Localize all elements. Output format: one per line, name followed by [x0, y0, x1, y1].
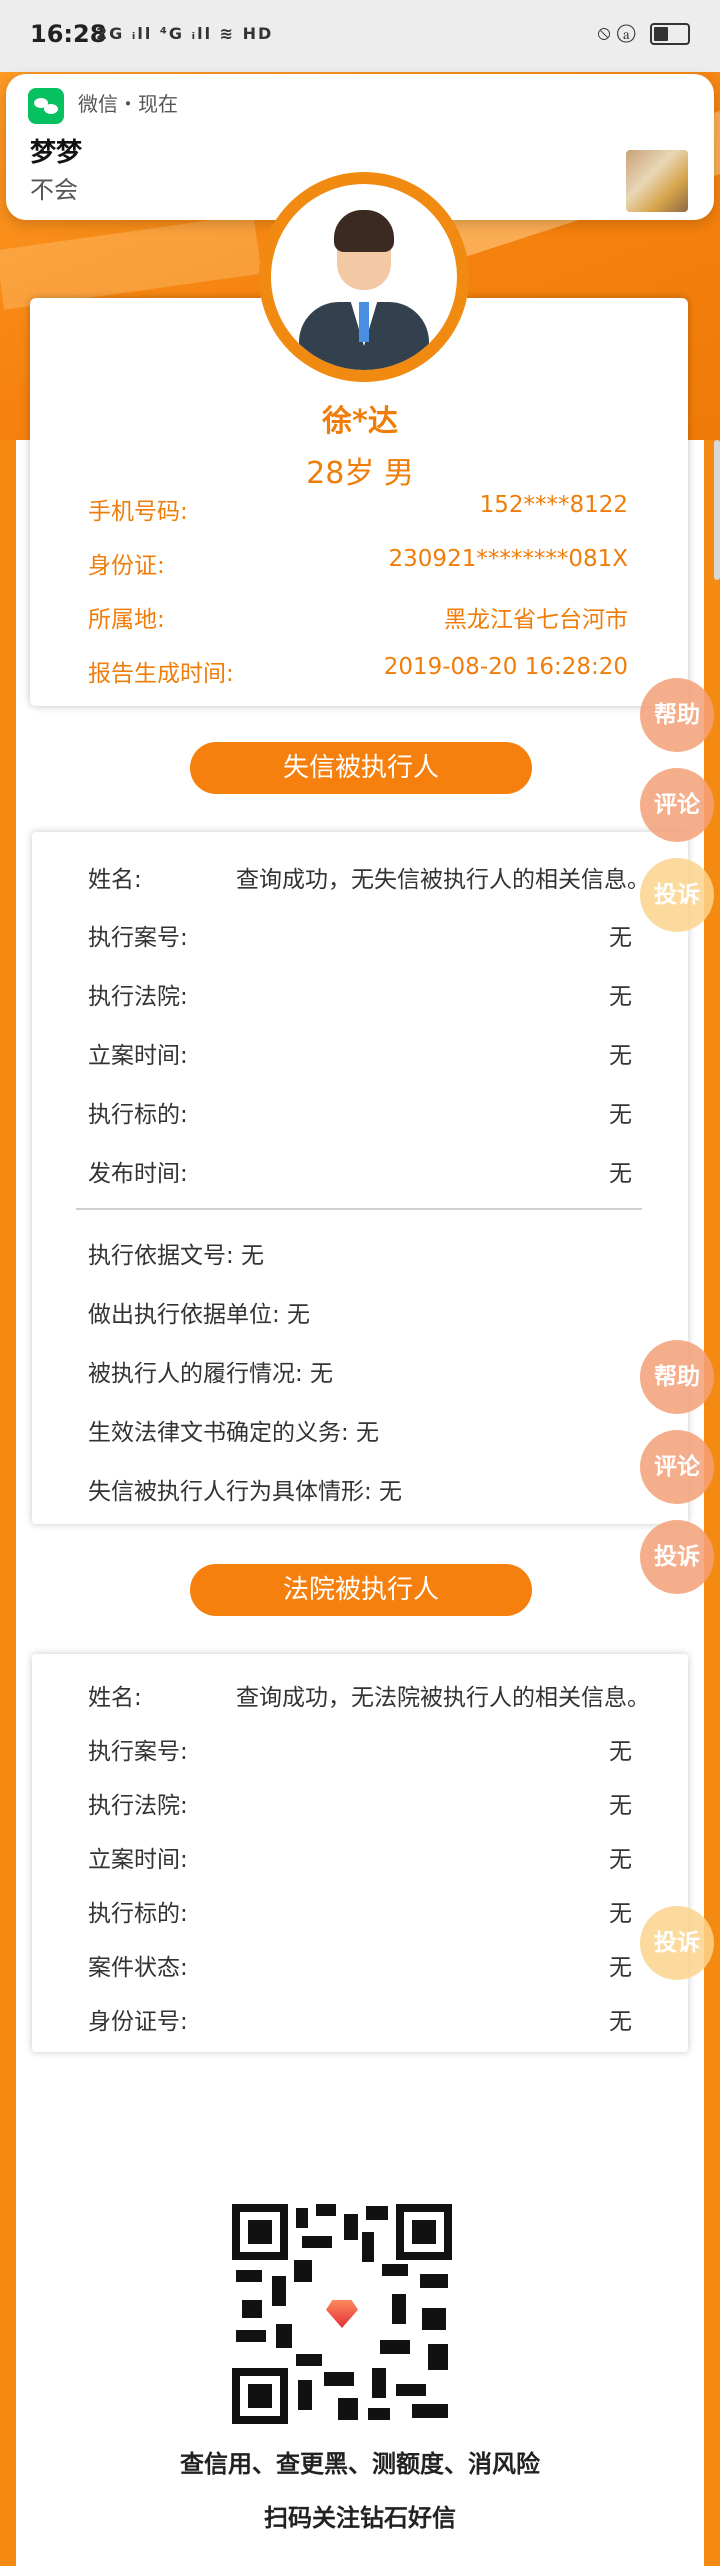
row-value: 黑龙江省七台河市	[444, 607, 628, 633]
s1-extra-row: 做出执行依据单位: 无	[88, 1302, 311, 1328]
s2-row: 案件状态: 无	[88, 1948, 632, 1982]
profile-row-report-time: 报告生成时间: 2019-08-20 16:28:20	[88, 654, 628, 688]
avatar	[259, 172, 469, 382]
notification-title: 梦梦	[30, 138, 83, 168]
s1-row: 执行法院: 无	[88, 977, 632, 1011]
profile-row-id: 身份证: 230921********081X	[88, 546, 628, 580]
s1-row: 立案时间: 无	[88, 1036, 632, 1070]
battery-icon	[650, 22, 690, 45]
s1-name-row: 姓名: 查询成功，无失信被执行人的相关信息。	[88, 860, 664, 894]
row-label: 执行案号:	[88, 1739, 188, 1765]
row-value: 无	[609, 1955, 632, 1981]
profile-row-location: 所属地: 黑龙江省七台河市	[88, 600, 628, 634]
row-label: 身份证:	[88, 553, 165, 579]
diamond-logo-icon	[318, 2290, 366, 2338]
row-value: 无	[609, 1901, 632, 1927]
help-button[interactable]: 帮助	[640, 1340, 714, 1414]
row-value: 无	[609, 984, 632, 1010]
row-value: 2019-08-20 16:28:20	[383, 654, 628, 680]
row-label: 报告生成时间:	[88, 661, 234, 687]
s1-extra-row: 生效法律文书确定的义务: 无	[88, 1420, 380, 1446]
profile-age-gender: 28岁 男	[306, 456, 414, 491]
row-label: 案件状态:	[88, 1955, 188, 1981]
qr-code	[232, 2204, 452, 2424]
row-value: 无	[609, 1739, 632, 1765]
section-title-court-debtor: 法院被执行人	[190, 1564, 532, 1616]
s2-row: 执行法院: 无	[88, 1786, 632, 1820]
network-icons: 2G ᵢll ⁴G ᵢll ≋ HD	[96, 24, 274, 43]
s2-name-row: 姓名: 查询成功，无法院被执行人的相关信息。	[88, 1678, 664, 1712]
row-label: 执行法院:	[88, 984, 188, 1010]
row-label: 执行标的:	[88, 1102, 188, 1128]
row-value: 无	[609, 1102, 632, 1128]
row-label: 姓名:	[88, 867, 142, 893]
row-label: 执行案号:	[88, 925, 188, 951]
footer-scan-hint: 扫码关注钻石好信	[264, 2504, 456, 2532]
row-value: 无	[609, 1793, 632, 1819]
row-label: 立案时间:	[88, 1847, 188, 1873]
complain-button[interactable]: 投诉	[640, 1906, 714, 1980]
status-time: 16:28	[30, 20, 107, 48]
wechat-icon	[28, 88, 64, 124]
notification-app-name: 微信・现在	[78, 92, 178, 116]
s2-row: 身份证号: 无	[88, 2002, 632, 2036]
profile-name: 徐*达	[322, 404, 398, 439]
s1-row: 执行案号: 无	[88, 918, 632, 952]
comment-button[interactable]: 评论	[640, 1430, 714, 1504]
row-value: 230921********081X	[388, 546, 628, 572]
s2-row: 执行标的: 无	[88, 1894, 632, 1928]
profile-row-phone: 手机号码: 152****8122	[88, 492, 628, 526]
s1-extra-row: 执行依据文号: 无	[88, 1243, 265, 1269]
row-value: 无	[609, 1847, 632, 1873]
row-value: 查询成功，无法院被执行人的相关信息。	[236, 1685, 650, 1711]
complain-button[interactable]: 投诉	[640, 858, 714, 932]
row-value: 无	[609, 925, 632, 951]
row-label: 手机号码:	[88, 499, 188, 525]
s1-extra-row: 失信被执行人行为具体情形: 无	[88, 1479, 403, 1505]
row-value: 152****8122	[479, 492, 628, 518]
status-bar: 16:28 2G ᵢll ⁴G ᵢll ≋ HD ⦸ ⓐ	[0, 0, 720, 72]
complain-button[interactable]: 投诉	[640, 1520, 714, 1594]
status-right-icons: ⦸ ⓐ	[598, 20, 690, 45]
comment-button[interactable]: 评论	[640, 768, 714, 842]
help-button[interactable]: 帮助	[640, 678, 714, 752]
footer-slogan: 查信用、查更黑、测额度、消风险	[180, 2450, 540, 2478]
row-value: 无	[609, 1043, 632, 1069]
row-label: 发布时间:	[88, 1161, 188, 1187]
s2-row: 执行案号: 无	[88, 1732, 632, 1766]
vibrate-alarm-icon: ⦸ ⓐ	[597, 20, 636, 44]
row-label: 身份证号:	[88, 2009, 188, 2035]
row-label: 所属地:	[88, 607, 165, 633]
avatar-icon	[271, 184, 457, 370]
row-label: 执行法院:	[88, 1793, 188, 1819]
s1-row: 发布时间: 无	[88, 1154, 632, 1188]
s2-row: 立案时间: 无	[88, 1840, 632, 1874]
notification-body: 不会	[30, 176, 78, 204]
s1-extra-row: 被执行人的履行情况: 无	[88, 1361, 334, 1387]
row-label: 立案时间:	[88, 1043, 188, 1069]
section-title-dishonest-debtor: 失信被执行人	[190, 742, 532, 794]
row-label: 姓名:	[88, 1685, 142, 1711]
row-value: 查询成功，无失信被执行人的相关信息。	[236, 867, 650, 893]
notification-thumbnail	[626, 150, 688, 212]
row-value: 无	[609, 2009, 632, 2035]
s1-row: 执行标的: 无	[88, 1095, 632, 1129]
section-divider	[76, 1208, 642, 1210]
row-label: 执行标的:	[88, 1901, 188, 1927]
row-value: 无	[609, 1161, 632, 1187]
